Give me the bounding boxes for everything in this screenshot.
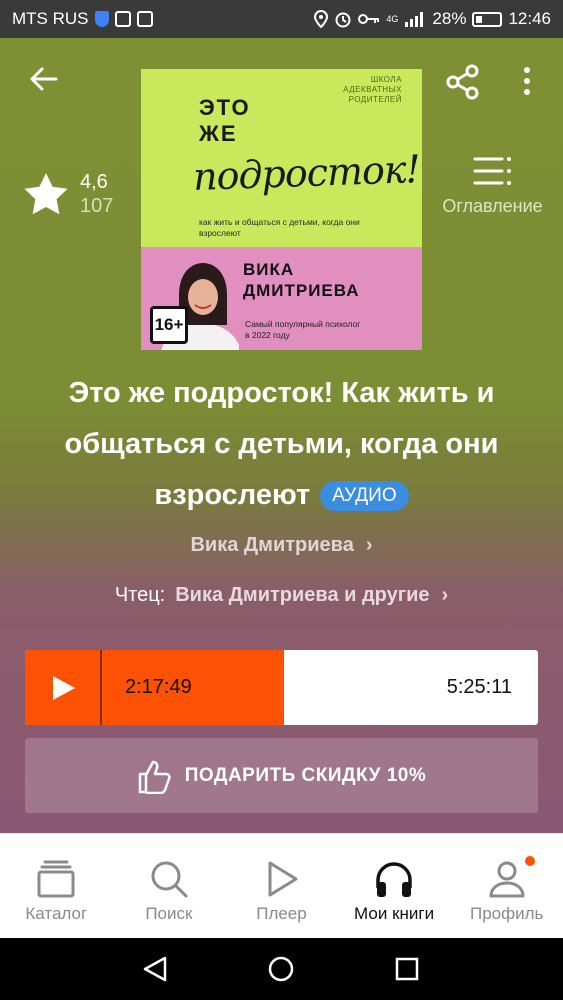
nav-search-label: Поиск bbox=[145, 904, 193, 923]
book-hero: 4,6 107 Оглавление ШКОЛА АДЕКВАТНЫХ РОДИ… bbox=[0, 38, 563, 833]
nav-search[interactable]: Поиск bbox=[113, 834, 226, 938]
back-triangle-icon[interactable] bbox=[141, 955, 169, 983]
book-title-text: Это же подросток! Как жить и общаться с … bbox=[64, 377, 499, 511]
share-icon bbox=[446, 64, 479, 100]
app-icon bbox=[136, 11, 153, 27]
reader-label: Чтец: bbox=[114, 584, 166, 606]
cover-title: ЭТО ЖЕ bbox=[199, 95, 251, 147]
notification-dot bbox=[524, 856, 535, 866]
cover-title-line2: ЖЕ bbox=[199, 121, 238, 146]
current-time: 2:17:49 bbox=[125, 676, 192, 698]
play-button[interactable] bbox=[25, 650, 100, 725]
player-bar[interactable]: 2:17:49 5:25:11 bbox=[25, 650, 538, 725]
status-bar: MTS RUS 4G 28% 12:46 bbox=[0, 0, 563, 38]
rating-count: 107 bbox=[80, 195, 114, 217]
cover-script-title: подросток! bbox=[192, 147, 421, 199]
nav-player[interactable]: Плеер bbox=[225, 834, 338, 938]
cover-author-line2: ДМИТРИЕВА bbox=[243, 281, 360, 300]
cover-author-line1: ВИКА bbox=[243, 260, 295, 279]
reader-link[interactable]: Чтец: Вика Дмитриева и другие › bbox=[0, 584, 563, 607]
author-link[interactable]: Вика Дмитриева › bbox=[0, 534, 563, 557]
more-vertical-icon bbox=[524, 67, 530, 95]
book-title: Это же подросток! Как жить и общаться с … bbox=[30, 368, 533, 521]
location-icon bbox=[314, 10, 329, 28]
play-icon bbox=[268, 861, 298, 897]
android-nav-bar bbox=[0, 938, 563, 1000]
total-time: 5:25:11 bbox=[446, 676, 512, 698]
cover-title-line1: ЭТО bbox=[199, 95, 251, 120]
home-circle-icon[interactable] bbox=[267, 955, 295, 983]
more-options-button[interactable] bbox=[517, 64, 537, 98]
gift-discount-button[interactable]: ПОДАРИТЬ СКИДКУ 10% bbox=[25, 738, 538, 813]
star-icon bbox=[24, 173, 68, 215]
audio-badge: АУДИО bbox=[320, 481, 409, 511]
signal-icon bbox=[405, 12, 424, 27]
bottom-nav: Каталог Поиск Плеер Мои книги Профиль bbox=[0, 833, 563, 938]
alarm-icon bbox=[335, 12, 351, 28]
thumbs-up-icon bbox=[138, 760, 171, 794]
network-type: 4G bbox=[386, 13, 399, 24]
clock: 12:46 bbox=[508, 9, 551, 28]
reader-name: Вика Дмитриева и другие bbox=[175, 584, 430, 606]
gift-discount-label: ПОДАРИТЬ СКИДКУ 10% bbox=[184, 764, 427, 786]
cover-author: ВИКА ДМИТРИЕВА bbox=[243, 259, 359, 301]
nav-player-label: Плеер bbox=[256, 904, 307, 923]
nav-profile-label: Профиль bbox=[469, 904, 544, 923]
back-button[interactable] bbox=[28, 63, 62, 97]
profile-icon bbox=[489, 861, 525, 898]
nav-my-books[interactable]: Мои книги bbox=[338, 834, 451, 938]
arrow-left-icon bbox=[30, 67, 58, 91]
cover-subtitle: как жить и общаться с детьми, когда они … bbox=[199, 217, 360, 238]
toc-button[interactable]: Оглавление bbox=[430, 156, 555, 217]
list-icon bbox=[473, 157, 511, 185]
book-cover[interactable]: ШКОЛА АДЕКВАТНЫХ РОДИТЕЛЕЙ ЭТО ЖЕ подрос… bbox=[141, 69, 422, 350]
rating-block[interactable]: 4,6 107 bbox=[22, 170, 113, 218]
chevron-right-icon: › bbox=[365, 534, 373, 556]
nav-catalog[interactable]: Каталог bbox=[0, 834, 113, 938]
battery-percent: 28% bbox=[432, 9, 467, 28]
battery-icon bbox=[472, 11, 503, 27]
key-icon bbox=[358, 14, 380, 24]
toc-label: Оглавление bbox=[442, 196, 543, 216]
rating-value: 4,6 bbox=[80, 171, 108, 193]
author-name: Вика Дмитриева bbox=[190, 534, 354, 556]
nav-catalog-label: Каталог bbox=[25, 904, 88, 923]
instagram-icon bbox=[114, 11, 131, 27]
age-rating: 16+ bbox=[150, 306, 188, 344]
shield-icon bbox=[94, 11, 109, 27]
cover-series: ШКОЛА АДЕКВАТНЫХ РОДИТЕЛЕЙ bbox=[343, 75, 402, 104]
carrier-label: MTS RUS bbox=[12, 9, 89, 28]
screen: MTS RUS 4G 28% 12:46 4,6 107 Оглавление … bbox=[0, 0, 563, 1000]
search-icon bbox=[151, 861, 188, 898]
catalog-icon bbox=[37, 860, 75, 898]
nav-my-books-label: Мои книги bbox=[354, 904, 435, 923]
headphones-icon bbox=[376, 862, 412, 897]
share-button[interactable] bbox=[445, 64, 481, 100]
chevron-right-icon: › bbox=[441, 584, 449, 606]
nav-profile[interactable]: Профиль bbox=[450, 834, 563, 938]
cover-tagline: Самый популярный психолог в 2022 году bbox=[245, 319, 361, 340]
recents-square-icon[interactable] bbox=[393, 955, 421, 983]
